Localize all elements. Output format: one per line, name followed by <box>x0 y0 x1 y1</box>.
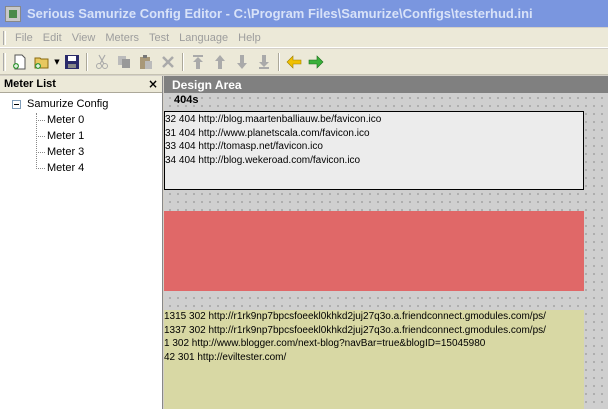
tree-item-meter-1[interactable]: Meter 1 <box>0 128 162 144</box>
tree-item-meter-4[interactable]: Meter 4 <box>0 160 162 176</box>
design-area-header: Design Area <box>164 76 608 93</box>
window-title: Serious Samurize Config Editor - C:\Prog… <box>27 6 533 21</box>
meter-box-redirect-list[interactable]: 1315 302 http://r1rk9np7bpcsfoeekl0khkd2… <box>164 310 584 409</box>
meter-text-line: 1315 302 http://r1rk9np7bpcsfoeekl0khkd2… <box>164 311 546 322</box>
toolbar-separator <box>278 52 280 71</box>
menu-view[interactable]: View <box>67 32 101 44</box>
meter-label-404s[interactable]: 404s <box>174 94 198 106</box>
meter-text-line: 33 404 http://tomasp.net/favicon.ico <box>165 141 323 152</box>
close-icon[interactable]: × <box>148 77 158 91</box>
meter-text-line: 31 404 http://www.planetscala.com/favico… <box>165 127 370 139</box>
open-icon[interactable] <box>31 51 53 73</box>
menu-test[interactable]: Test <box>144 32 174 44</box>
menu-language[interactable]: Language <box>174 32 233 44</box>
move-up-icon[interactable] <box>209 51 231 73</box>
move-down-icon[interactable] <box>231 51 253 73</box>
design-area[interactable]: Design Area 404s 32 404 http://blog.maar… <box>164 76 608 409</box>
menu-bar: File Edit View Meters Test Language Help <box>0 28 608 48</box>
meter-box-red[interactable] <box>164 211 584 291</box>
tree-root-label: Samurize Config <box>27 98 109 110</box>
menu-grip <box>3 30 6 45</box>
menu-help[interactable]: Help <box>233 32 266 44</box>
meter-text-line: 1 302 http://www.blogger.com/next-blog?n… <box>164 338 486 349</box>
toolbar-separator <box>86 52 88 71</box>
meter-text-line: 1337 302 http://r1rk9np7bpcsfoeekl0khkd2… <box>164 324 546 336</box>
tree-root-samurize-config[interactable]: Samurize Config <box>0 96 162 112</box>
app-icon <box>5 5 21 22</box>
meter-box-404-list[interactable]: 32 404 http://blog.maartenballiauw.be/fa… <box>164 111 584 190</box>
tree-item-meter-3[interactable]: Meter 3 <box>0 144 162 160</box>
tree-item-label: Meter 0 <box>47 114 85 126</box>
toolbar-grip <box>3 52 6 71</box>
meter-text-line: 42 301 http://eviltester.com/ <box>164 351 287 363</box>
arrow-left-icon[interactable] <box>283 51 305 73</box>
tree-item-meter-0[interactable]: Meter 0 <box>0 112 162 128</box>
menu-file[interactable]: File <box>10 32 38 44</box>
meter-list-header: Meter List × <box>0 76 162 93</box>
menu-edit[interactable]: Edit <box>38 32 67 44</box>
toolbar-separator <box>182 52 184 71</box>
cut-icon[interactable] <box>91 51 113 73</box>
new-icon[interactable] <box>9 51 31 73</box>
arrow-right-icon[interactable] <box>305 51 327 73</box>
move-bottom-icon[interactable] <box>253 51 275 73</box>
collapse-icon[interactable] <box>12 99 21 109</box>
toolbar: ▼ <box>0 49 608 75</box>
delete-icon[interactable] <box>157 51 179 73</box>
copy-icon[interactable] <box>113 51 135 73</box>
meter-text-line: 34 404 http://blog.wekeroad.com/favicon.… <box>165 154 361 166</box>
tree-item-label: Meter 4 <box>47 162 85 174</box>
tree-item-label: Meter 1 <box>47 130 85 142</box>
open-dropdown-icon[interactable]: ▼ <box>53 51 61 73</box>
move-top-icon[interactable] <box>187 51 209 73</box>
paste-icon[interactable] <box>135 51 157 73</box>
title-bar: Serious Samurize Config Editor - C:\Prog… <box>0 0 608 27</box>
meter-list-panel: Meter List × Samurize Config Meter 0 Met… <box>0 76 163 409</box>
tree-item-label: Meter 3 <box>47 146 85 158</box>
save-icon[interactable] <box>61 51 83 73</box>
meter-tree: Samurize Config Meter 0 Meter 1 Meter 3 … <box>0 93 162 176</box>
meter-text-line: 32 404 http://blog.maartenballiauw.be/fa… <box>165 114 382 125</box>
menu-meters[interactable]: Meters <box>100 32 144 44</box>
meter-list-title: Meter List <box>4 78 56 90</box>
